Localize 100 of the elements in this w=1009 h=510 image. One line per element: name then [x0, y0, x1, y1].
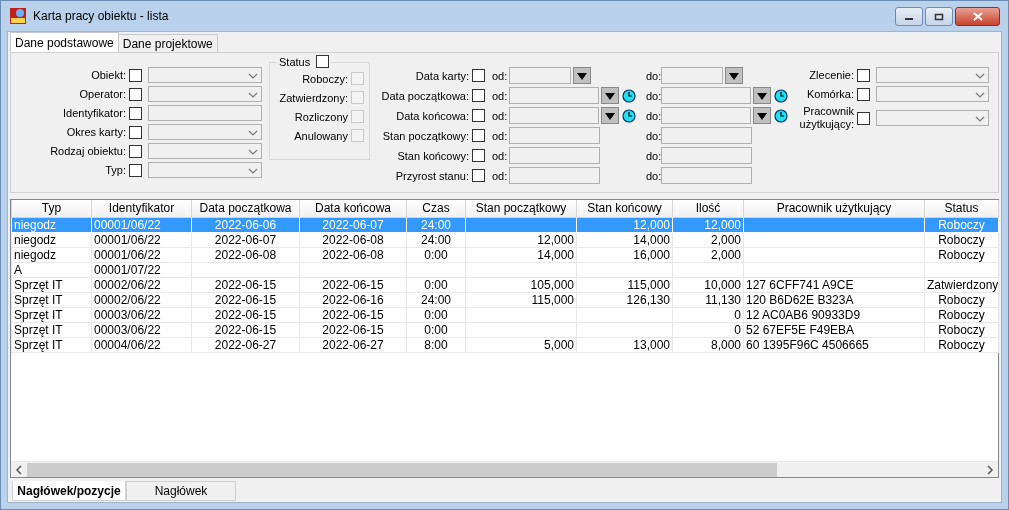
dropdown-field[interactable] [148, 124, 262, 140]
dropdown-button[interactable] [601, 87, 619, 104]
maximize-button[interactable] [925, 7, 953, 26]
field-label: Typ: [104, 164, 127, 176]
field-label: Rodzaj obiektu: [49, 145, 127, 157]
checkbox[interactable] [129, 68, 142, 82]
table-cell: 00001/07/22 [91, 262, 192, 277]
table-cell: 2022-06-15 [191, 322, 300, 337]
minimize-button[interactable] [895, 7, 923, 26]
checkbox[interactable] [129, 87, 142, 101]
number-field[interactable] [661, 147, 752, 164]
dropdown-button[interactable] [753, 107, 771, 124]
checkbox[interactable] [129, 125, 142, 139]
date-field[interactable] [661, 107, 751, 124]
field-label: od: [491, 89, 509, 102]
field-label: Data końcowa: [395, 109, 470, 122]
field-label: Obiekt: [90, 69, 127, 81]
dropdown-field[interactable] [876, 110, 989, 126]
dropdown-field[interactable] [148, 67, 262, 83]
table-cell: A [11, 262, 92, 277]
number-field[interactable] [661, 167, 752, 184]
dropdown-button[interactable] [573, 67, 591, 84]
table-cell: 00001/06/22 [91, 247, 192, 262]
field-label: Komórka: [805, 87, 855, 101]
checkbox[interactable] [472, 129, 485, 142]
table-cell: 2022-06-07 [191, 232, 300, 247]
number-field[interactable] [509, 127, 600, 144]
date-field[interactable] [509, 107, 599, 124]
dropdown-button[interactable] [753, 87, 771, 104]
column-header[interactable]: Czas [406, 200, 466, 217]
column-header[interactable]: Stan początkowy [465, 200, 577, 217]
checkbox[interactable] [472, 69, 485, 82]
tab[interactable]: Dane projektowe [117, 34, 218, 52]
table-cell: 0 [672, 307, 744, 322]
text-field[interactable] [148, 105, 262, 121]
dropdown-button[interactable] [601, 107, 619, 124]
dropdown-field[interactable] [876, 67, 989, 83]
tab[interactable]: Nagłówek [126, 481, 236, 501]
field-label: Przyrost stanu: [394, 169, 470, 182]
dropdown-field[interactable] [148, 162, 262, 178]
column-header[interactable]: Status [924, 200, 999, 217]
checkbox[interactable] [129, 144, 142, 158]
horizontal-scrollbar[interactable] [11, 461, 998, 477]
table-cell: 115,000 [465, 292, 577, 307]
table-cell: 127 6CFF741 A9CE [743, 277, 925, 292]
tab[interactable]: Nagłówek/pozycje [12, 481, 126, 501]
table-cell: Roboczy [924, 247, 999, 262]
checkbox[interactable] [316, 55, 330, 68]
number-field[interactable] [509, 167, 600, 184]
table-cell: Roboczy [924, 292, 999, 307]
date-field[interactable] [509, 67, 571, 84]
tab[interactable]: Dane podstawowe [10, 32, 119, 52]
column-header[interactable]: Stan końcowy [576, 200, 673, 217]
table-cell: 00003/06/22 [91, 307, 192, 322]
scrollbar-thumb[interactable] [27, 462, 777, 477]
checkbox[interactable] [472, 109, 485, 122]
table-cell: Roboczy [924, 322, 999, 337]
checkbox[interactable] [472, 89, 485, 102]
number-field[interactable] [509, 147, 600, 164]
table-cell: 2022-06-08 [299, 232, 407, 247]
column-header[interactable]: Ilość [672, 200, 744, 217]
column-header[interactable]: Identyfikator [91, 200, 192, 217]
column-header[interactable]: Pracownik użytkujący [743, 200, 925, 217]
checkbox[interactable] [129, 106, 142, 120]
table-cell: 12 AC0AB6 90933D9 [743, 307, 925, 322]
option-label: Anulowany [293, 129, 349, 142]
dropdown-field[interactable] [876, 86, 989, 102]
dropdown-button[interactable] [725, 67, 743, 84]
close-icon [972, 12, 983, 21]
dropdown-field[interactable] [148, 143, 262, 159]
date-field[interactable] [509, 87, 599, 104]
checkbox[interactable] [857, 68, 870, 82]
close-button[interactable] [955, 7, 1000, 26]
field-label: Operator: [78, 88, 127, 100]
field-label: Pracownik użytkujący: [798, 105, 855, 131]
checkbox[interactable] [472, 169, 485, 182]
column-header[interactable]: Typ [11, 200, 92, 217]
checkbox[interactable] [472, 149, 485, 162]
table-cell: 14,000 [465, 247, 577, 262]
table-cell: Roboczy [924, 337, 999, 352]
table-cell: 115,000 [576, 277, 673, 292]
column-header[interactable]: Data końcowa [299, 200, 407, 217]
table-cell: 52 67EF5E F49EBA [743, 322, 925, 337]
field-label: od: [491, 109, 509, 122]
table-cell: niegodz [11, 247, 92, 262]
field-label: Data karty: [414, 69, 470, 82]
dropdown-field[interactable] [148, 86, 262, 102]
table-cell: 2022-06-15 [191, 277, 300, 292]
table-cell: 2022-06-08 [191, 247, 300, 262]
date-field[interactable] [661, 87, 751, 104]
column-header[interactable]: Data początkowa [191, 200, 300, 217]
checkbox[interactable] [857, 87, 870, 101]
table-cell: 2022-06-15 [299, 307, 407, 322]
field-label: od: [491, 169, 509, 182]
checkbox[interactable] [129, 163, 142, 177]
date-field[interactable] [661, 67, 723, 84]
field-label: do: [645, 109, 661, 122]
table-cell: 10,000 [672, 277, 744, 292]
checkbox[interactable] [857, 111, 870, 125]
number-field[interactable] [661, 127, 752, 144]
